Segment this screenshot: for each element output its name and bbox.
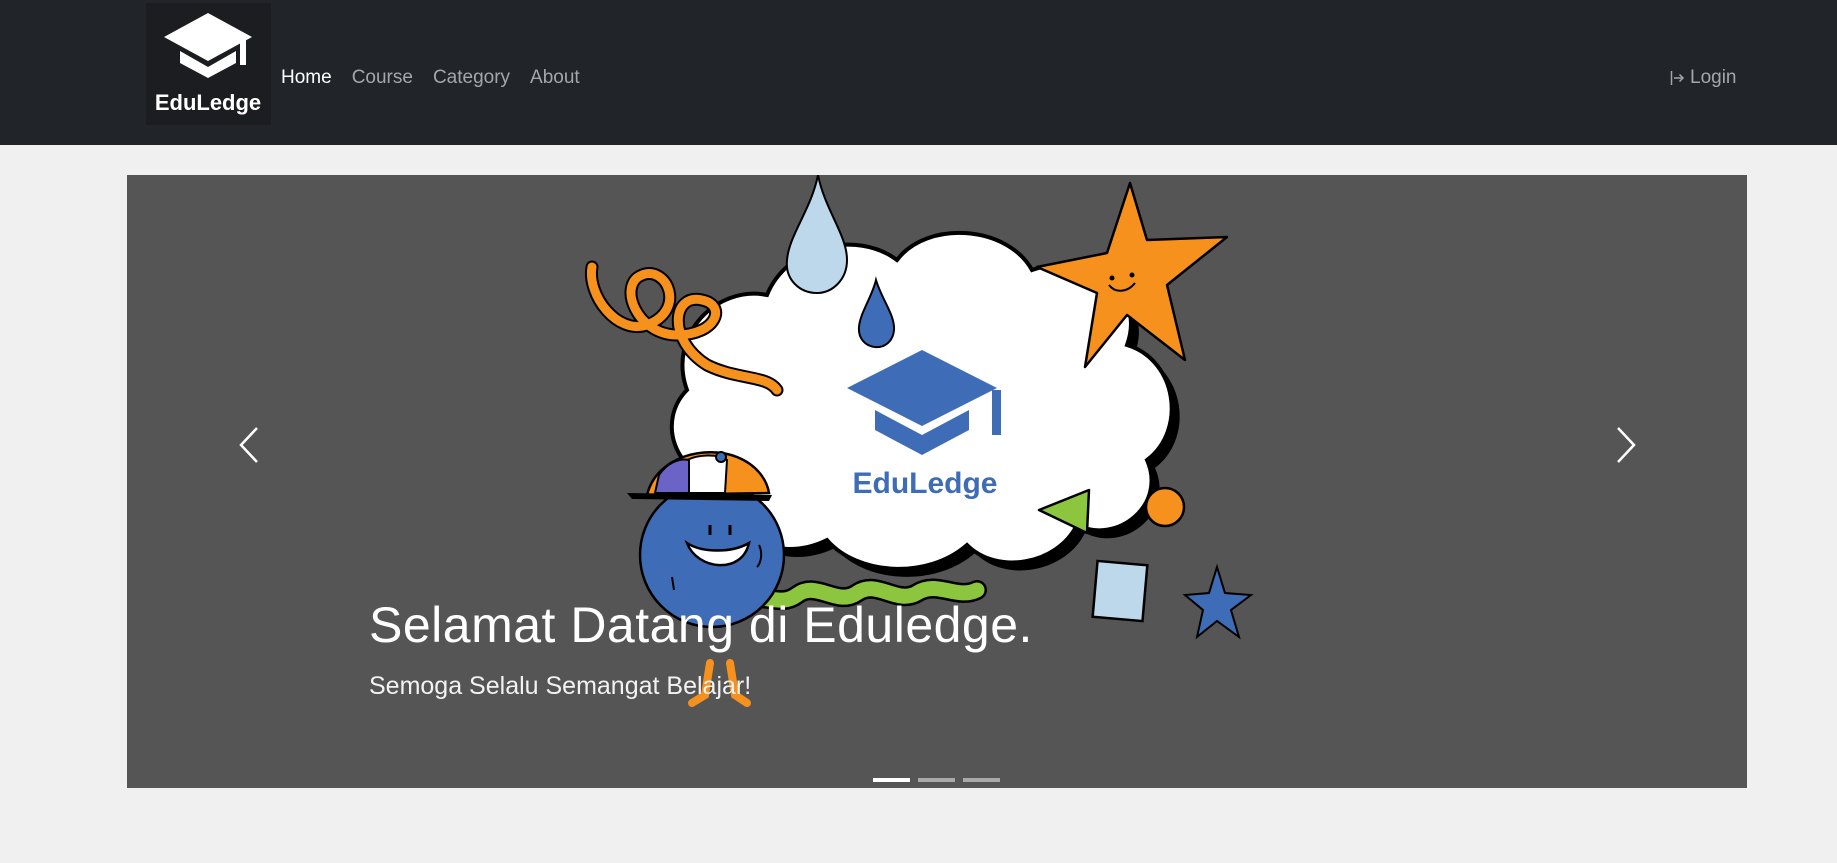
big-drop-icon xyxy=(785,175,849,295)
nav-category[interactable]: Category xyxy=(423,66,520,90)
slide-logo-text: EduLedge xyxy=(852,467,997,500)
brand-name: EduLedge xyxy=(155,90,261,115)
hero-carousel: EduLedge Selamat Datang di Eduledge. Sem… xyxy=(127,175,1747,788)
chevron-left-icon xyxy=(239,427,258,463)
carousel-indicators xyxy=(873,778,1000,782)
nav-course[interactable]: Course xyxy=(342,66,423,90)
brand-logo[interactable]: EduLedge xyxy=(146,3,271,125)
main-nav: Home Course Category About xyxy=(281,66,590,90)
graduation-cap-icon: EduLedge xyxy=(155,13,261,115)
login-label: Login xyxy=(1690,67,1737,88)
caption-title: Selamat Datang di Eduledge. xyxy=(369,597,1033,653)
nav-about[interactable]: About xyxy=(520,66,590,90)
orange-dot xyxy=(1144,486,1186,528)
blue-star-icon xyxy=(1182,563,1254,640)
carousel-indicator-2[interactable] xyxy=(918,778,955,782)
blue-square-icon xyxy=(1091,559,1149,623)
carousel-next-button[interactable] xyxy=(1576,405,1676,485)
carousel-prev-button[interactable] xyxy=(199,405,299,485)
chevron-right-icon xyxy=(1617,427,1636,463)
caption-subtitle: Semoga Selalu Semangat Belajar! xyxy=(369,672,752,700)
carousel-indicator-3[interactable] xyxy=(963,778,1000,782)
carousel-indicator-1[interactable] xyxy=(873,778,910,782)
login-arrow-icon xyxy=(1670,71,1685,85)
carousel-caption: Selamat Datang di Eduledge. Semoga Selal… xyxy=(369,595,1033,701)
login-link[interactable]: Login xyxy=(1670,67,1737,89)
nav-home[interactable]: Home xyxy=(281,66,342,90)
navbar: EduLedge Home Course Category About Logi… xyxy=(0,0,1837,145)
